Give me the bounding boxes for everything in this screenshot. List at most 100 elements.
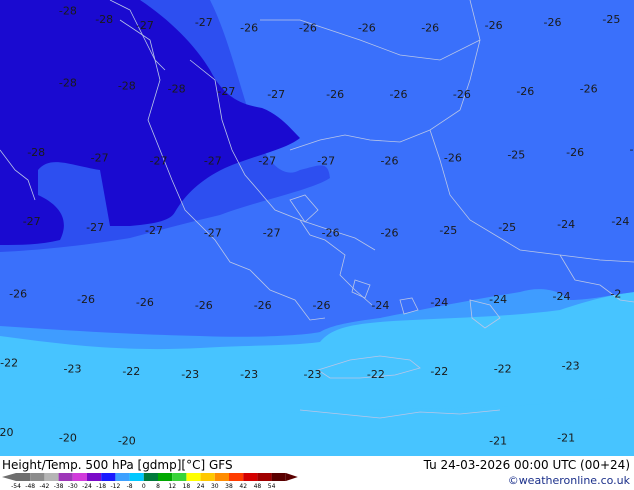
contour-label: -26 [421,22,439,35]
contour-label: -28 [95,13,113,26]
colorbar-tick-label: -38 [54,483,64,489]
map-panel: -28 -28 -27 -27 -26 -26 -26 -26 -26 -26 -25 -28 -28 -… [0,0,634,456]
colorbar-tick-label: -8 [127,483,133,489]
colorbar-swatch [30,473,45,481]
contour-label: -26 [544,16,562,29]
contour-label: -22 [430,365,448,378]
contour-label: -26 [566,146,584,159]
map-svg: -28 -28 -27 -27 -26 -26 -26 -26 -26 -26 -25 -28 -28 -… [0,0,634,456]
colorbar-tick-label: 30 [211,483,219,489]
colorbar-swatch [186,473,201,481]
contour-label: -23 [181,368,199,381]
footer: Height/Temp. 500 hPa [gdmp][°C] GFS Tu 2… [0,456,634,490]
colorbar-tick-label: 38 [225,483,233,489]
contour-label: -26 [195,299,213,312]
colorbar-swatch [72,473,87,481]
colorbar-swatch [101,473,116,481]
colorbar-swatch [200,473,215,481]
contour-label: -26 [313,299,331,312]
contour-label: -20 [118,435,136,448]
colorbar-swatch [58,473,73,481]
contour-label: -2 [610,287,621,300]
contour-label: -27 [86,221,104,234]
contour-label: -27 [136,19,154,32]
contour-label: -26 [326,88,344,101]
colorbar: -54 -48 -42 -38 -30 -24 -18 -12 -8 0 8 12 18 24 30 38 42… [2,473,298,489]
colorbar-tick-label: -54 [11,483,21,489]
colorbar-tick-label: 8 [156,483,160,489]
contour-label: -24 [557,218,575,231]
colorbar-tick-label: -42 [39,483,49,489]
colorbar-swatch [271,473,286,481]
colorbar-tick-label: -24 [82,483,92,489]
colorbar-swatch [257,473,272,481]
contour-label: -28 [27,146,45,159]
colorbar-swatch [16,473,31,481]
contour-label: -27 [91,152,109,165]
colorbar-swatch [87,473,102,481]
contour-label: -25 [507,149,525,162]
colorbar-tick-label: 24 [197,483,205,489]
colorbar-swatches [2,473,298,481]
contour-label: -27 [150,155,168,168]
contour-label: -28 [168,82,186,95]
contour-label: -26 [485,19,503,32]
contour-label: -28 [59,77,77,90]
colorbar-tick-label: -12 [110,483,120,489]
colorbar-tick-label: 48 [254,483,262,489]
contour-label: -26 [358,22,376,35]
contour-label: -20 [59,432,77,445]
contour-label: -21 [489,435,507,448]
colorbar-tick-label: -30 [68,483,78,489]
colorbar-ticks: -54 -48 -42 -38 -30 -24 -18 -12 -8 0 8 12 18 24 30 38 42… [11,483,276,489]
contour-label: -27 [267,88,285,101]
contour-label: -25 [602,13,620,26]
colorbar-tick-label: 54 [268,483,276,489]
contour-label: -27 [317,155,335,168]
contour-label: -27 [23,215,41,228]
contour-label: -26 [77,293,95,306]
contour-label: -24 [371,299,389,312]
contour-label: -23 [64,362,82,375]
contour-label: -22 [0,357,18,370]
contour-label: -28 [118,80,136,93]
contour-label: -27 [145,224,163,237]
contour-label: -24 [611,215,629,228]
contour-label: -26 [453,88,471,101]
contour-label: -26 [136,296,154,309]
contour-label: -23 [562,359,580,372]
contour-label: -27 [195,16,213,29]
colorbar-tick-label: -18 [96,483,106,489]
contour-label: -26 [254,299,272,312]
contour-label: -22 [494,362,512,375]
contour-label: -26 [444,152,462,165]
colorbar-swatch [158,473,173,481]
colorbar-swatch [172,473,187,481]
credit-link[interactable]: ©weatheronline.co.uk [508,474,630,487]
colorbar-swatch [44,473,59,481]
contour-label: -23 [304,368,322,381]
contour-label: -24 [553,290,571,303]
colorbar-right-arrow [285,473,298,481]
contour-label: -26 [381,155,399,168]
colorbar-swatch [214,473,229,481]
contour-label: -23 [240,368,258,381]
contour-label: -26 [390,88,408,101]
colorbar-tick-label: 42 [239,483,247,489]
colorbar-swatch [115,473,130,481]
contour-label: -24 [489,293,507,306]
colorbar-swatch [229,473,244,481]
contour-label: -22 [122,365,140,378]
contour-label: -25 [498,221,516,234]
colorbar-swatch [243,473,258,481]
contour-label: -25 [439,224,457,237]
contour-label: -28 [59,4,77,17]
contour-label: -26 [9,287,27,300]
contour-label: -26 [516,85,534,98]
contour-label: -27 [217,85,235,98]
colorbar-tick-label: 0 [142,483,146,489]
contour-label: -22 [367,368,385,381]
contour-label: -24 [630,143,634,156]
contour-label: -27 [258,155,276,168]
contour-label: -27 [204,227,222,240]
